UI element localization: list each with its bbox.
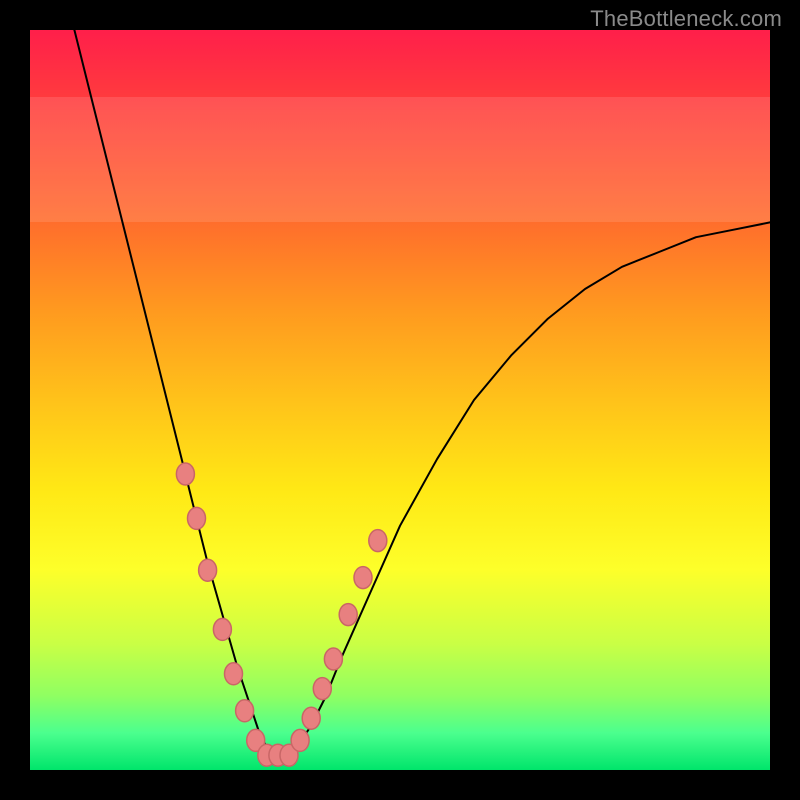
bead-marker	[354, 567, 372, 589]
bead-marker	[213, 618, 231, 640]
beads-group	[176, 463, 386, 766]
plot-area	[30, 30, 770, 770]
watermark-text: TheBottleneck.com	[590, 6, 782, 32]
chart-frame: TheBottleneck.com	[0, 0, 800, 800]
bead-marker	[176, 463, 194, 485]
bead-marker	[188, 507, 206, 529]
bead-marker	[199, 559, 217, 581]
chart-overlay	[30, 30, 770, 770]
bead-marker	[236, 700, 254, 722]
bead-marker	[369, 530, 387, 552]
bead-marker	[324, 648, 342, 670]
bead-marker	[339, 604, 357, 626]
bead-marker	[302, 707, 320, 729]
bottleneck-curve	[74, 30, 770, 755]
bead-marker	[291, 729, 309, 751]
bead-marker	[313, 678, 331, 700]
bead-marker	[225, 663, 243, 685]
